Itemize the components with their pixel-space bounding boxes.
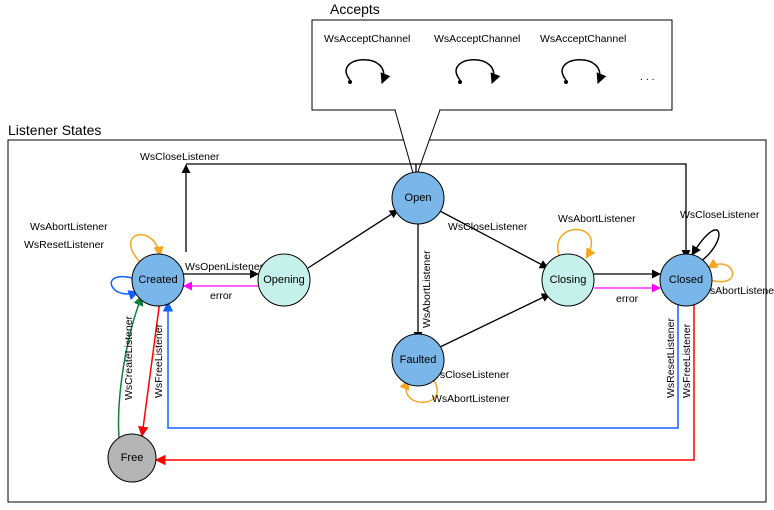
node-free: Free	[108, 434, 156, 482]
edge-faulted-closing	[438, 294, 550, 348]
label-open-closed-top: WsCloseListener	[140, 151, 220, 163]
accepts-title: Accepts	[330, 1, 380, 17]
label-open-closing: WsCloseListener	[448, 221, 528, 233]
label-created-free: WsFreeListener	[153, 323, 165, 398]
node-created: Created	[132, 254, 184, 306]
svg-text:Closing: Closing	[550, 274, 587, 286]
edge-open-closed-top	[416, 164, 686, 258]
svg-text:WsAcceptChannel: WsAcceptChannel	[324, 33, 410, 45]
svg-text:Open: Open	[405, 192, 432, 204]
label-created-abort: WsAbortListener	[30, 221, 108, 233]
label-closed-loop-close: WsCloseListener	[680, 209, 760, 221]
node-opening: Opening	[258, 254, 310, 306]
label-open-faulted: WsAbortListener	[421, 250, 433, 328]
label-closing-self: WsAbortListener	[558, 213, 636, 225]
label-free-created: WsCreateListener	[123, 315, 135, 400]
label-created-opening: WsOpenListener	[185, 261, 264, 273]
svg-text:Faulted: Faulted	[400, 354, 437, 366]
callout-connector	[395, 110, 440, 180]
node-faulted: Faulted	[392, 334, 444, 386]
node-closed: Closed	[660, 254, 712, 306]
svg-text:Opening: Opening	[263, 274, 305, 286]
label-closing-error: error	[616, 293, 639, 305]
label-created-reset: WsResetListener	[24, 239, 104, 251]
accepts-ellipsis: . . .	[640, 71, 655, 83]
node-closing: Closing	[542, 254, 594, 306]
node-open: Open	[392, 172, 444, 224]
svg-text:WsAcceptChannel: WsAcceptChannel	[434, 33, 520, 45]
svg-text:Created: Created	[138, 274, 177, 286]
svg-text:WsAcceptChannel: WsAcceptChannel	[540, 33, 626, 45]
label-faulted-self: WsAbortListener	[432, 393, 510, 405]
label-closed-reset: WsResetListener	[665, 318, 677, 398]
label-closed-free: WsFreeListener	[681, 323, 693, 398]
diagram-canvas: Accepts WsAcceptChannel WsAcceptChannel …	[0, 0, 774, 510]
listener-states-title: Listener States	[8, 122, 101, 138]
edge-open-closing	[438, 210, 548, 268]
edge-opening-open	[308, 210, 398, 268]
edge-closing-selfloop	[558, 230, 592, 259]
svg-text:Closed: Closed	[669, 274, 703, 286]
svg-text:Free: Free	[121, 452, 144, 464]
label-opening-error: error	[210, 290, 233, 302]
